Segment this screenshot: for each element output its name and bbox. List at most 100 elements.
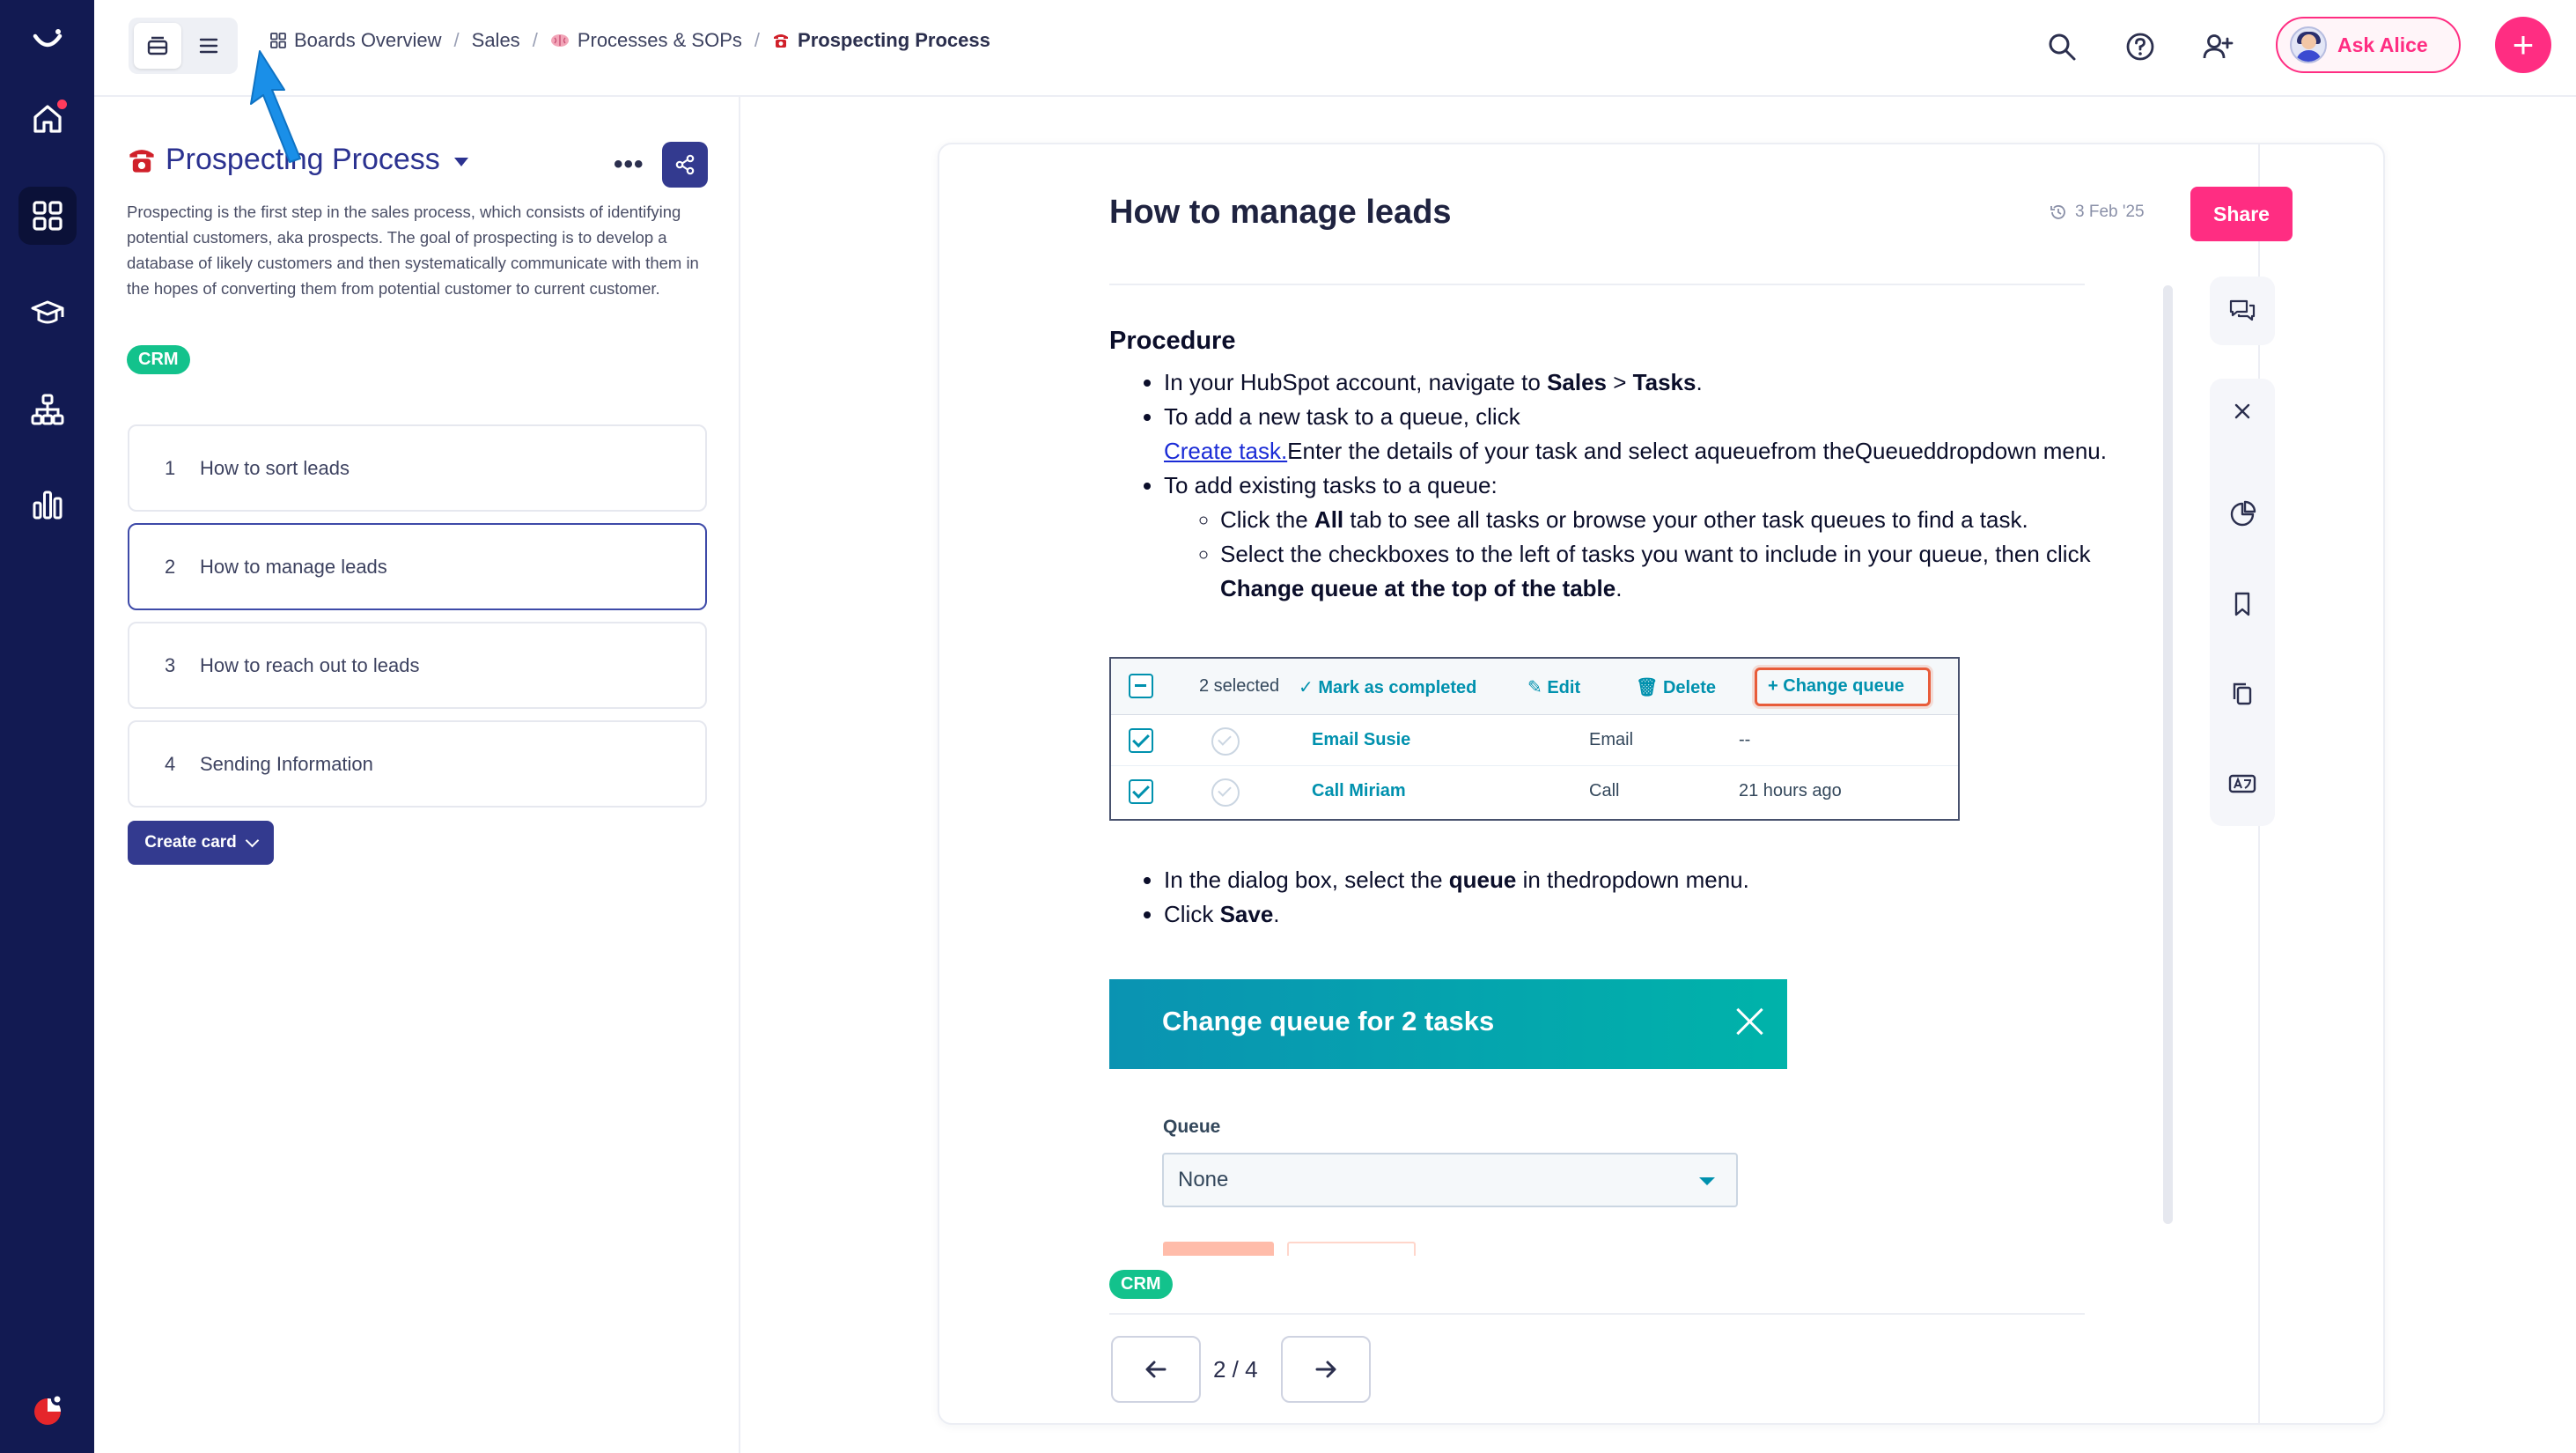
scrollbar[interactable] [2163,285,2173,1224]
card-how-to-reach-out[interactable]: 3 How to reach out to leads [128,622,707,709]
step-navigate: In your HubSpot account, navigate to Sal… [1164,365,2131,400]
help-icon [2126,33,2154,61]
previous-card-button[interactable] [1111,1336,1201,1403]
card-label: How to manage leads [200,555,387,578]
board-description: Prospecting is the first step in the sal… [127,203,699,298]
bar-chart-icon[interactable] [18,476,77,534]
breadcrumb: Boards Overview / Sales / Processes & SO… [270,29,990,52]
plus-icon: + [2512,24,2535,65]
caret-down-icon[interactable] [453,157,468,166]
task-type: Email [1589,730,1634,749]
task-name: Call Miriam [1312,781,1406,800]
step-add-new-task: To add a new task to a queue, clickCreat… [1164,400,2131,468]
home-icon[interactable] [18,90,77,148]
close-panel-icon[interactable] [2225,394,2260,429]
help-button[interactable] [2116,23,2164,70]
share-button[interactable]: Share [2190,187,2293,241]
close-icon [1736,1007,1764,1036]
tasks-table-screenshot: 2 selected ✓ Mark as completed ✎ Edit 🗑 … [1109,657,1960,821]
card-how-to-sort-leads[interactable]: 1 How to sort leads [128,424,707,512]
queue-value: None [1178,1168,1229,1191]
copy-icon[interactable] [2225,676,2260,712]
create-task-link[interactable]: Create task. [1164,438,1287,464]
create-new-button[interactable]: + [2495,17,2551,73]
create-card-button[interactable]: Create card [128,821,274,865]
table-row: Email Susie Email -- [1111,715,1958,766]
logo-icon[interactable] [18,12,77,70]
breadcrumb-sales[interactable]: Sales [472,29,520,52]
document-date[interactable]: 3 Feb '25 [2049,203,2145,222]
share-nodes-icon [675,154,695,175]
step-add-existing: To add existing tasks to a queue: Click … [1164,468,2131,606]
card-sending-information[interactable]: 4 Sending Information [128,720,707,808]
alice-avatar-icon [2290,26,2327,63]
card-number: 1 [165,456,176,479]
procedure-content: Procedure In your HubSpot account, navig… [1109,324,2131,606]
breadcrumb-label: Boards Overview [294,29,442,51]
caret-down-icon [1699,1177,1715,1185]
breadcrumb-separator: / [453,29,460,51]
main-panel: Boards Overview / Sales / Processes & SO… [94,0,2576,1453]
share-board-button[interactable] [662,142,708,188]
board-pane: Prospecting Process ••• Prospecting is t… [94,97,740,1453]
tag-crm[interactable]: CRM [127,345,190,374]
step-click-save: Click Save. [1164,897,2131,932]
cancel-button-preview [1287,1242,1416,1256]
breadcrumb-separator: / [532,29,538,51]
tray-icon [147,36,168,55]
document-date-text: 3 Feb '25 [2075,203,2145,221]
boards-grid-icon[interactable] [18,187,77,245]
queue-select-screenshot: None [1162,1153,1738,1207]
top-bar: Boards Overview / Sales / Processes & SO… [94,0,2576,97]
comments-icon[interactable] [2225,293,2260,328]
workspace-avatar-icon[interactable] [18,1381,77,1439]
breadcrumb-prospecting[interactable]: Prospecting Process [772,29,990,52]
translate-icon[interactable] [2225,766,2260,801]
mark-completed-action: ✓ Mark as completed [1299,678,1477,697]
arrow-left-icon [1145,1361,1167,1378]
search-button[interactable] [2038,23,2086,70]
next-card-button[interactable] [1281,1336,1371,1403]
selected-count: 2 selected [1199,676,1280,696]
edit-action: ✎ Edit [1527,678,1581,697]
analytics-pie-icon[interactable] [2225,497,2260,532]
table-row: Call Miriam Call 21 hours ago [1111,766,1958,817]
procedure-content-continued: In the dialog box, select the queue in t… [1109,863,2131,932]
step-select-queue: In the dialog box, select the queue in t… [1164,863,2131,897]
ask-alice-button[interactable]: Ask Alice [2276,17,2461,73]
queue-label: Queue [1163,1117,1221,1137]
hamburger-icon [199,38,218,54]
substep-select-checkboxes: Select the checkboxes to the left of tas… [1220,537,2131,606]
add-user-icon [2203,34,2234,59]
highlight-box [1755,667,1931,706]
board-view-button[interactable] [134,23,181,69]
more-options-icon[interactable]: ••• [614,150,644,180]
divider [1109,1313,2085,1315]
task-name: Email Susie [1312,730,1411,749]
create-card-label: Create card [144,833,237,852]
complete-circle-icon [1211,778,1240,807]
document-body: How to manage leads 3 Feb '25 Procedure … [939,144,2260,1423]
bulk-actions-toolbar: 2 selected ✓ Mark as completed ✎ Edit 🗑 … [1111,659,1958,715]
change-queue-dialog-screenshot: Change queue for 2 tasks [1109,979,1787,1069]
card-number: 4 [165,752,176,775]
card-number: 3 [165,653,176,676]
document-title: How to manage leads [1109,194,1452,231]
breadcrumb-separator: / [754,29,761,51]
list-view-button[interactable] [185,23,232,69]
breadcrumb-label: Prospecting Process [798,29,990,51]
pointer-arrow-icon [250,50,301,163]
bookmark-icon[interactable] [2225,586,2260,622]
breadcrumb-label: Sales [471,29,520,51]
graduation-cap-icon[interactable] [18,284,77,342]
checked-checkbox-icon [1129,779,1153,804]
invite-user-button[interactable] [2194,23,2241,70]
card-how-to-manage-leads[interactable]: 2 How to manage leads [128,523,707,610]
breadcrumb-processes[interactable]: Processes & SOPs [550,29,742,52]
tag-crm[interactable]: CRM [1109,1270,1173,1299]
substep-all-tab: Click the All tab to see all tasks or br… [1220,503,2131,537]
org-chart-icon[interactable] [18,380,77,439]
trash-icon: 🗑 [1636,678,1659,697]
card-number: 2 [165,555,176,578]
card-label: How to reach out to leads [200,653,420,676]
